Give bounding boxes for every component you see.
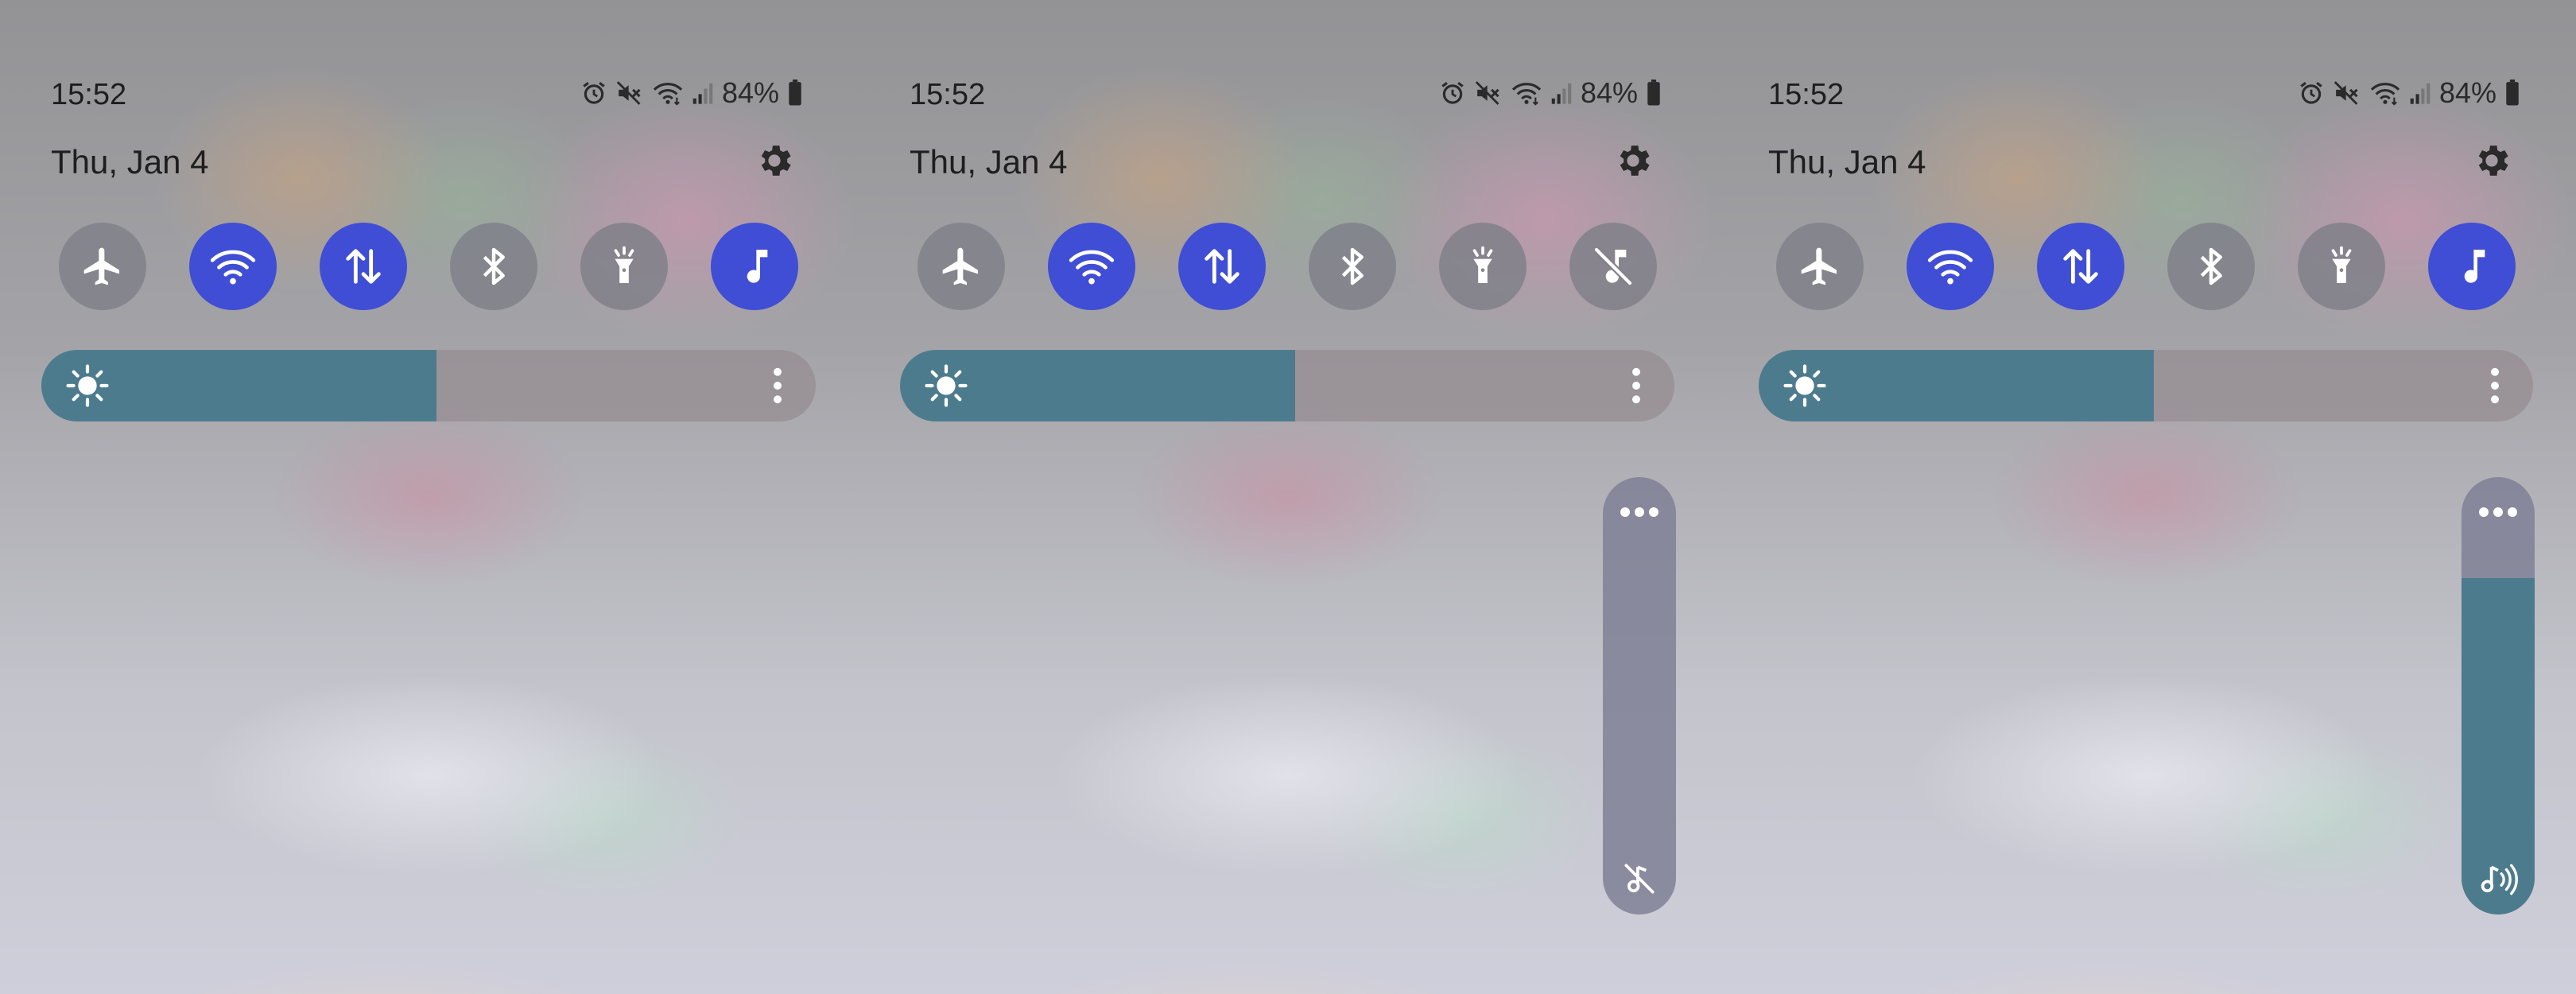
bluetooth-tile[interactable]: [450, 223, 537, 310]
battery-percentage: 84%: [2438, 76, 2496, 109]
wifi-tile[interactable]: [189, 223, 277, 310]
airplane-mode-tile[interactable]: [59, 223, 146, 310]
battery-icon: [789, 80, 801, 106]
status-time: 15:52: [1768, 78, 1845, 111]
data-arrows-icon: [2063, 249, 2098, 284]
quick-settings-tiles: [918, 223, 1658, 310]
wifi-icon: [2370, 83, 2400, 106]
music-muted-icon: [1624, 864, 1655, 894]
wifi-icon: [1069, 250, 1115, 285]
mobile-data-tile[interactable]: [1178, 223, 1266, 310]
airplane-mode-tile[interactable]: [1776, 223, 1864, 310]
brightness-sun-icon: [925, 364, 968, 407]
brightness-more-options-icon[interactable]: [1630, 367, 1643, 404]
mobile-data-tile[interactable]: [320, 223, 407, 310]
brightness-more-options-icon[interactable]: [771, 367, 784, 404]
battery-percentage: 84%: [1580, 76, 1638, 109]
date-label: Thu, Jan 4: [1768, 143, 1926, 181]
battery-percentage: 84%: [721, 76, 779, 109]
flashlight-icon: [1472, 246, 1493, 283]
date-label: Thu, Jan 4: [910, 143, 1068, 181]
brightness-slider[interactable]: [41, 350, 816, 421]
flashlight-tile[interactable]: [580, 223, 668, 310]
brightness-sun-icon: [66, 364, 109, 407]
sound-mode-tile[interactable]: [1569, 223, 1657, 310]
music-volume-icon: [2481, 864, 2518, 895]
mobile-data-tile[interactable]: [2037, 223, 2124, 310]
bluetooth-tile[interactable]: [1309, 223, 1396, 310]
battery-icon: [2506, 80, 2519, 106]
quick-settings-tiles: [59, 223, 800, 310]
date-label: Thu, Jan 4: [51, 143, 209, 181]
music-muted-icon: [1594, 247, 1632, 285]
music-note-icon: [747, 250, 768, 283]
airplane-icon: [83, 247, 119, 285]
sound-mode-tile[interactable]: [711, 223, 798, 310]
airplane-icon: [942, 247, 978, 285]
quick-panel-3: 15:52 84% Thu, Jan 4: [1717, 0, 2576, 994]
volume-more-options-icon[interactable]: [2477, 504, 2519, 520]
settings-gear-icon[interactable]: [2471, 140, 2512, 181]
brightness-sun-icon: [1783, 364, 1826, 407]
wifi-icon: [1927, 250, 1973, 285]
flashlight-tile[interactable]: [2298, 223, 2385, 310]
mute-icon: [616, 81, 641, 105]
volume-more-options-icon[interactable]: [1619, 504, 1660, 520]
bluetooth-icon: [483, 247, 505, 285]
wifi-icon: [653, 83, 683, 106]
mute-icon: [2334, 81, 2358, 105]
signal-icon: [2410, 83, 2431, 104]
flashlight-icon: [614, 246, 634, 283]
status-icons: 84%: [580, 76, 803, 110]
bluetooth-tile[interactable]: [2167, 223, 2255, 310]
settings-gear-icon[interactable]: [754, 140, 795, 181]
alarm-icon: [2300, 82, 2322, 104]
bluetooth-icon: [2200, 247, 2222, 285]
alarm-icon: [583, 82, 605, 104]
screenshot-stage: 15:52 84% Thu, Jan 4 15:52 84% Thu, Jan …: [0, 0, 2576, 994]
media-volume-slider[interactable]: [2462, 477, 2535, 914]
alarm-icon: [1441, 82, 1464, 104]
music-note-icon: [2464, 250, 2485, 283]
brightness-slider[interactable]: [1759, 350, 2533, 421]
media-volume-slider[interactable]: [1603, 477, 1676, 914]
settings-gear-icon[interactable]: [1612, 140, 1654, 181]
airplane-icon: [1801, 247, 1837, 285]
status-time: 15:52: [51, 78, 127, 111]
brightness-more-options-icon[interactable]: [2489, 367, 2501, 404]
wifi-tile[interactable]: [1048, 223, 1135, 310]
status-icons: 84%: [2298, 76, 2520, 110]
quick-panel-1: 15:52 84% Thu, Jan 4: [0, 0, 859, 994]
bluetooth-icon: [1341, 247, 1364, 285]
status-icons: 84%: [1439, 76, 1662, 110]
wifi-icon: [210, 250, 256, 285]
wifi-tile[interactable]: [1907, 223, 1994, 310]
signal-icon: [692, 83, 713, 104]
flashlight-icon: [2331, 246, 2352, 283]
sound-mode-tile[interactable]: [2428, 223, 2516, 310]
mute-icon: [1475, 81, 1499, 105]
wifi-icon: [1511, 83, 1542, 106]
quick-panel-2: 15:52 84% Thu, Jan 4: [859, 0, 1717, 994]
data-arrows-icon: [1205, 249, 1240, 284]
battery-icon: [1647, 80, 1660, 106]
airplane-mode-tile[interactable]: [918, 223, 1005, 310]
signal-icon: [1551, 83, 1572, 104]
data-arrows-icon: [346, 249, 381, 284]
quick-settings-tiles: [1776, 223, 2517, 310]
brightness-slider[interactable]: [900, 350, 1674, 421]
flashlight-tile[interactable]: [1439, 223, 1527, 310]
status-time: 15:52: [910, 78, 986, 111]
